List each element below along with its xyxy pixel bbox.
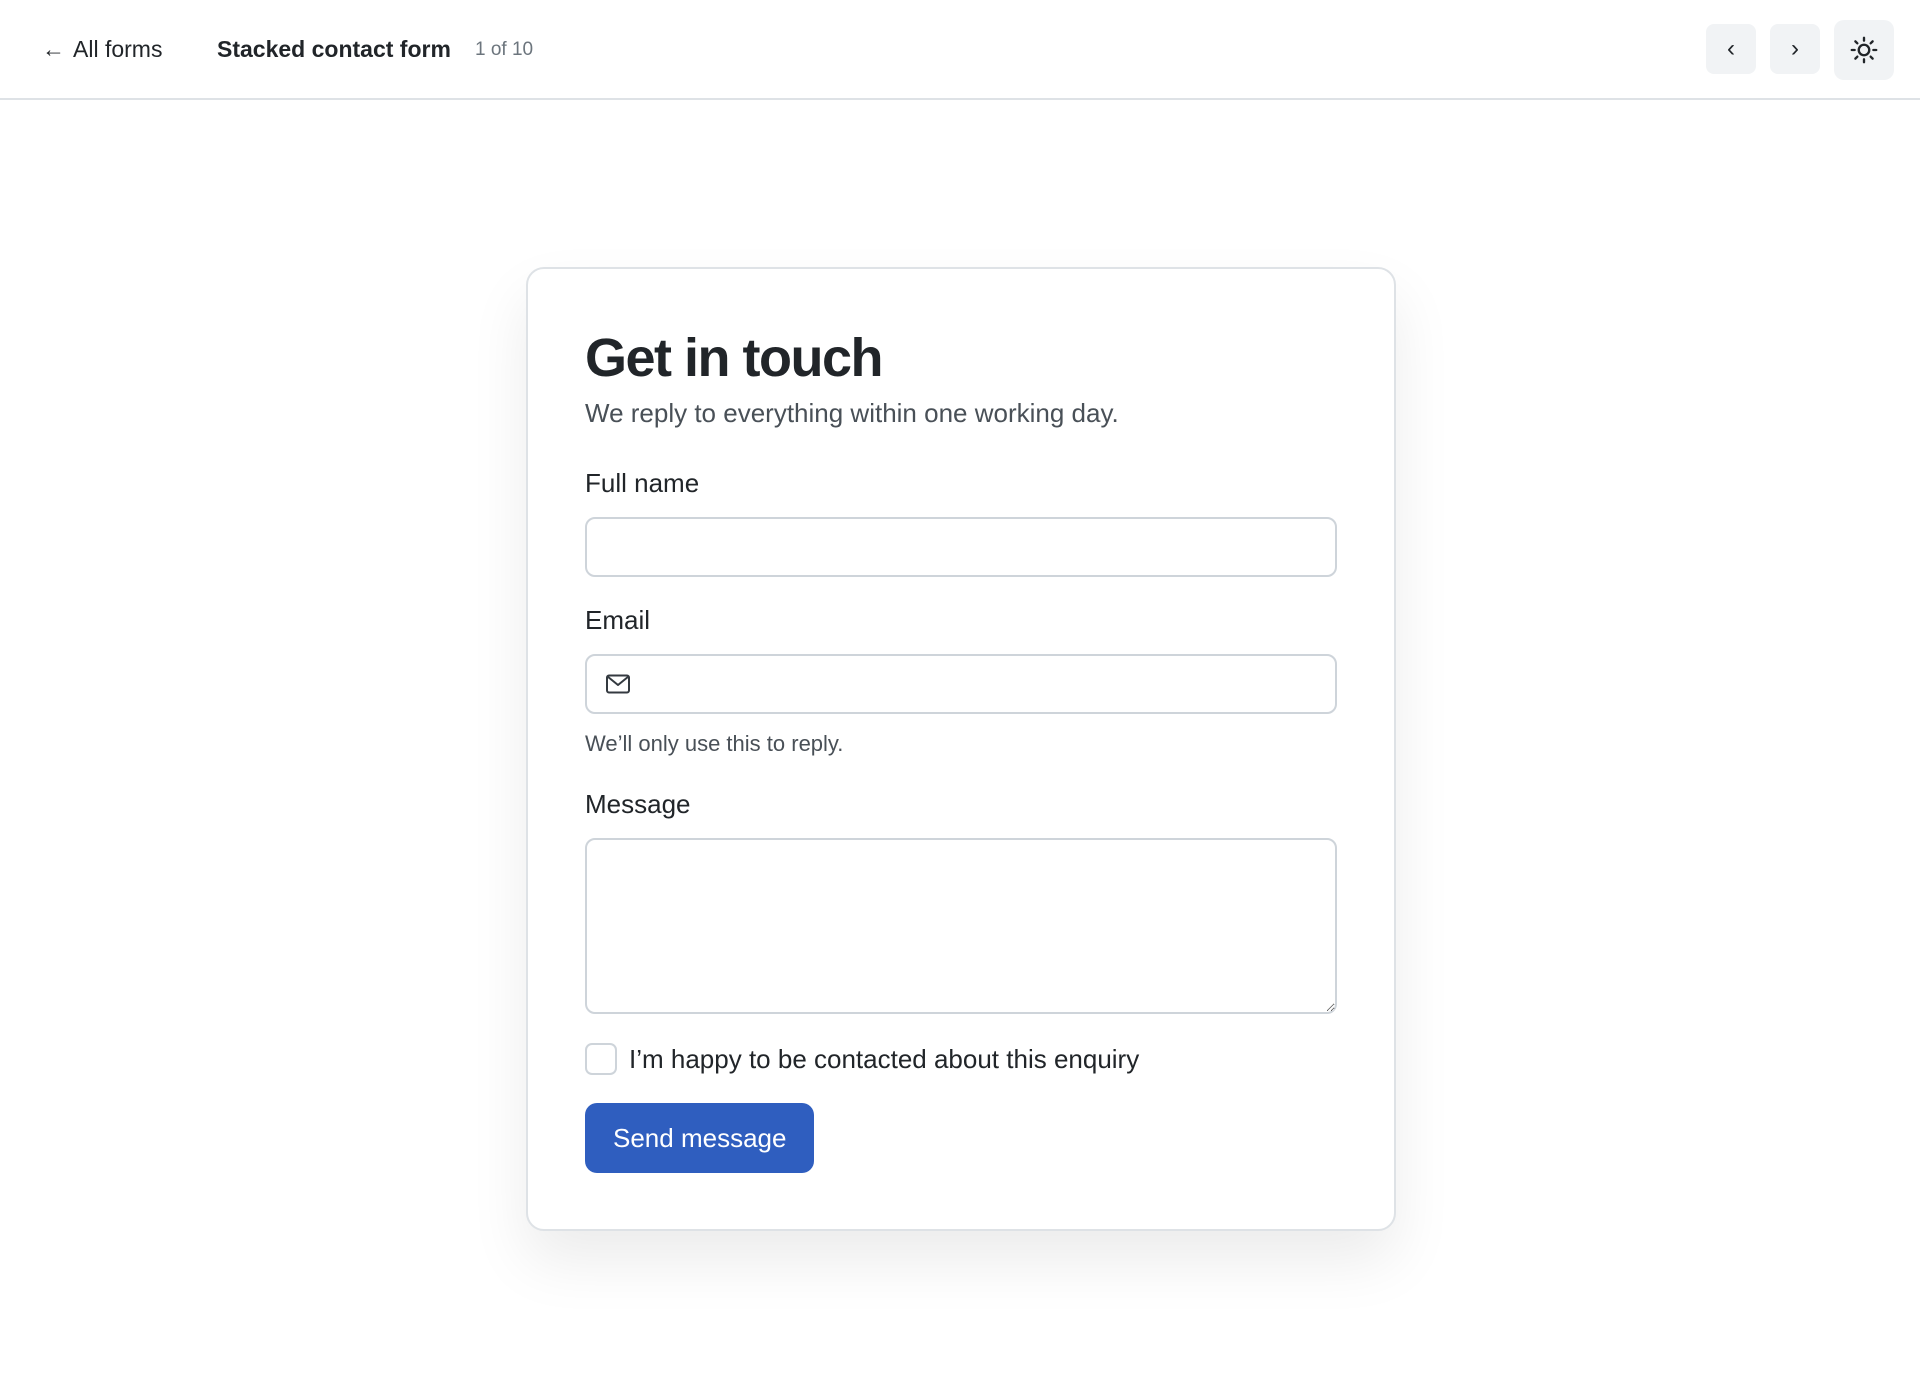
chevron-left-icon: ‹	[1727, 35, 1735, 62]
email-input[interactable]	[585, 654, 1337, 714]
message-label: Message	[585, 789, 691, 819]
contact-form-card: Get in touch We reply to everything with…	[526, 267, 1396, 1231]
message-textarea[interactable]	[585, 838, 1337, 1014]
consent-checkbox-row[interactable]: I’m happy to be contacted about this enq…	[585, 1043, 1139, 1075]
sun-icon	[1850, 36, 1878, 64]
email-field	[585, 654, 1337, 714]
email-help-text: We’ll only use this to reply.	[585, 731, 844, 756]
chevron-right-icon: ›	[1791, 35, 1799, 62]
all-forms-link[interactable]: ← All forms	[42, 36, 162, 63]
theme-toggle-button[interactable]	[1834, 20, 1894, 80]
page-title: Stacked contact form	[217, 36, 451, 62]
top-bar: ← All forms Stacked contact form 1 of 10…	[0, 0, 1920, 100]
all-forms-label: All forms	[73, 36, 163, 62]
next-form-button[interactable]: ›	[1770, 24, 1820, 74]
send-message-button[interactable]: Send message	[585, 1103, 815, 1173]
mail-icon	[606, 674, 630, 694]
previous-form-button[interactable]: ‹	[1706, 24, 1756, 74]
consent-checkbox[interactable]	[585, 1043, 617, 1075]
arrow-left-icon: ←	[42, 36, 65, 62]
full-name-label: Full name	[585, 468, 700, 498]
page-counter: 1 of 10	[475, 39, 534, 60]
email-label: Email	[585, 605, 651, 635]
full-name-input[interactable]	[585, 517, 1337, 577]
consent-checkbox-label[interactable]: I’m happy to be contacted about this enq…	[629, 1044, 1139, 1075]
form-subheading: We reply to everything within one workin…	[585, 398, 1119, 428]
form-heading: Get in touch	[585, 328, 883, 388]
